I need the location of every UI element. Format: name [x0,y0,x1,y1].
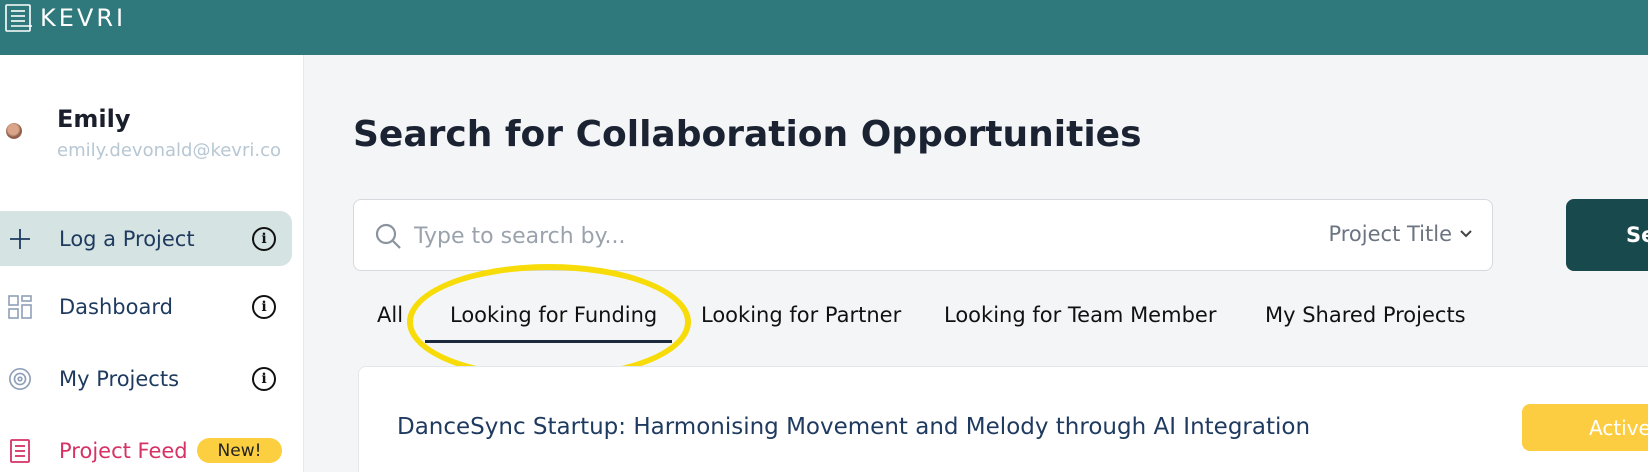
sidebar-item-label: My Projects [59,366,180,391]
sidebar-item-project-feed[interactable]: Project Feed New! [0,423,292,472]
tab-my-shared-projects[interactable]: My Shared Projects [1265,303,1466,327]
tab-looking-for-funding[interactable]: Looking for Funding [450,303,657,327]
status-badge: Active [1522,404,1648,451]
kevri-logo[interactable]: KEVRI [4,2,126,34]
sidebar-item-log-project[interactable]: Log a Project i [0,211,292,266]
search-button[interactable]: Se [1566,199,1648,271]
search-scope-label: Project Title [1328,222,1452,246]
tab-looking-for-partner[interactable]: Looking for Partner [701,303,901,327]
sidebar-item-dashboard[interactable]: Dashboard i [0,279,292,334]
grid-icon [8,294,32,319]
info-icon[interactable]: i [252,294,276,319]
info-icon[interactable]: i [252,366,276,391]
tab-looking-for-team-member[interactable]: Looking for Team Member [944,303,1216,327]
sidebar-item-label: Project Feed [59,438,188,463]
brand-name: KEVRI [40,4,127,32]
document-icon [8,438,32,463]
search-input[interactable] [414,218,1294,254]
project-title[interactable]: DanceSync Startup: Harmonising Movement … [397,414,1310,440]
sidebar-item-label: Log a Project [59,226,195,251]
avatar[interactable] [6,123,22,139]
user-email: emily.devonald@kevri.co [57,140,281,161]
page-title: Search for Collaboration Opportunities [353,114,1142,155]
top-bar: KEVRI [0,0,1648,55]
plus-icon [8,227,32,251]
new-badge: New! [197,438,282,463]
info-icon[interactable]: i [252,226,276,251]
selected-tab-indicator [425,340,672,343]
project-card[interactable]: DanceSync Startup: Harmonising Movement … [358,366,1648,472]
chevron-down-icon [1460,230,1472,238]
search-icon [375,223,401,249]
sidebar: Emily emily.devonald@kevri.co Log a Proj… [0,55,304,472]
search-bar: Project Title [353,199,1493,271]
sidebar-item-label: Dashboard [59,294,173,319]
user-name: Emily [57,105,131,133]
target-icon [8,367,32,391]
search-scope-dropdown[interactable]: Project Title [1328,222,1474,246]
sidebar-item-my-projects[interactable]: My Projects i [0,351,292,406]
logo-mark-icon [5,4,32,32]
tab-all[interactable]: All [377,303,403,327]
